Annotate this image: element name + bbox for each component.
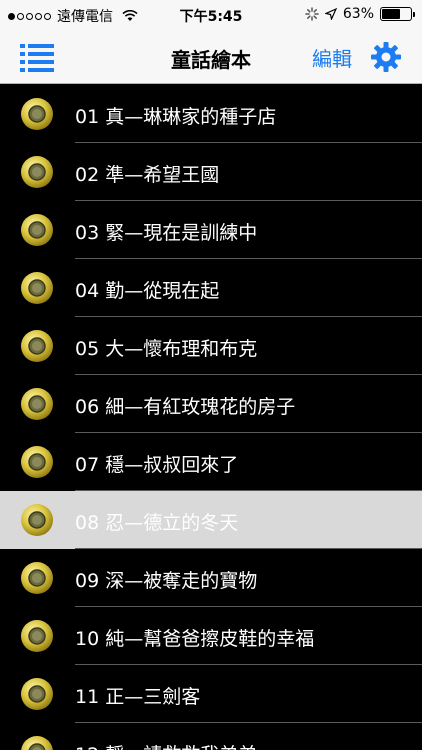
list-item[interactable]: 11 正—三劍客 [0, 665, 422, 723]
list-item[interactable]: 12 靜—請救救我弟弟 [0, 723, 422, 750]
list-item-label: 07 穩—叔叔回來了 [75, 454, 239, 476]
list-item-label: 05 大—懷布理和布克 [75, 338, 258, 360]
nav-bar: 童話繪本 編輯 [0, 30, 422, 84]
list-item[interactable]: 05 大—懷布理和布克 [0, 317, 422, 375]
location-arrow-icon [324, 8, 337, 20]
list-item[interactable]: 06 細—有紅玫瑰花的房子 [0, 375, 422, 433]
status-bar: 遠傳電信 下午5:45 63% [0, 0, 422, 30]
list-item[interactable]: 10 純—幫爸爸擦皮鞋的幸福 [0, 607, 422, 665]
coin-icon [21, 214, 53, 246]
coin-icon [21, 620, 53, 652]
list-item-label: 10 純—幫爸爸擦皮鞋的幸福 [75, 628, 315, 650]
list-item-label: 09 深—被奪走的寶物 [75, 570, 258, 592]
list-item-label: 08 忍—德立的冬天 [75, 512, 239, 534]
edit-button[interactable]: 編輯 [312, 43, 352, 72]
battery-percent: 63% [342, 6, 374, 22]
list-item-label: 04 勤—從現在起 [75, 280, 220, 302]
battery-icon [380, 7, 415, 21]
list-item[interactable]: 01 真—琳琳家的種子店 [0, 85, 422, 143]
list-item-label: 06 細—有紅玫瑰花的房子 [75, 396, 296, 418]
coin-icon [21, 156, 53, 188]
coin-icon [21, 388, 53, 420]
activity-spinner-icon [305, 7, 319, 21]
story-list: 01 真—琳琳家的種子店 02 準—希望王國 03 緊—現在是訓練中 04 勤—從現在… [0, 85, 422, 750]
coin-icon [21, 736, 53, 750]
list-item[interactable]: 07 穩—叔叔回來了 [0, 433, 422, 491]
list-item[interactable]: 09 深—被奪走的寶物 [0, 549, 422, 607]
list-item[interactable]: 04 勤—從現在起 [0, 259, 422, 317]
page-title: 童話繪本 [171, 48, 251, 72]
list-item-label: 11 正—三劍客 [75, 686, 201, 708]
list-item[interactable]: 08 忍—德立的冬天 [0, 491, 422, 549]
list-item[interactable]: 03 緊—現在是訓練中 [0, 201, 422, 259]
coin-icon [21, 562, 53, 594]
list-item-label: 03 緊—現在是訓練中 [75, 222, 258, 244]
coin-icon [21, 272, 53, 304]
list-item[interactable]: 02 準—希望王國 [0, 143, 422, 201]
coin-icon [21, 446, 53, 478]
list-item-label: 12 靜—請救救我弟弟 [75, 740, 257, 750]
list-item-label: 02 準—希望王國 [75, 164, 220, 186]
coin-icon [21, 98, 53, 130]
list-item-label: 01 真—琳琳家的種子店 [75, 106, 277, 128]
coin-icon [21, 504, 53, 536]
battery-fill [382, 9, 400, 19]
status-right: 63% [305, 6, 415, 22]
coin-icon [21, 330, 53, 362]
coin-icon [21, 678, 53, 710]
gear-icon[interactable] [370, 41, 402, 73]
